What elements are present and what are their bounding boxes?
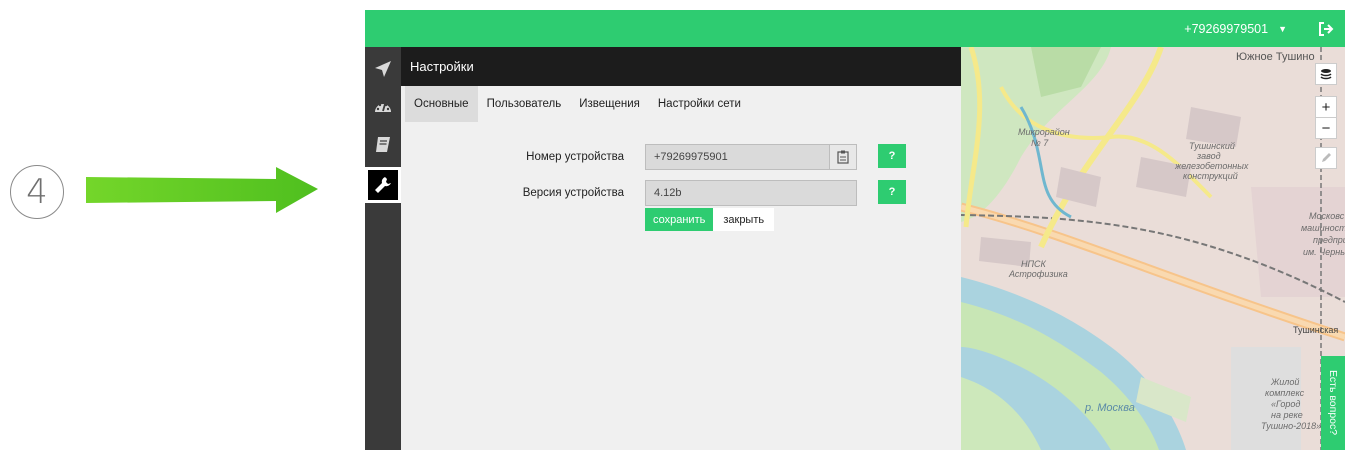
clipboard-icon [837, 150, 849, 164]
tab-network-settings[interactable]: Настройки сети [649, 86, 750, 122]
panel-title: Настройки [401, 47, 961, 86]
sidebar-item-dashboard[interactable] [365, 89, 401, 125]
map-label: Жилой [1271, 377, 1300, 387]
zoom-out-button[interactable]: − [1315, 117, 1337, 139]
caret-down-icon: ▼ [1278, 23, 1287, 34]
user-phone-menu[interactable]: +79269979501 ▼ [1184, 10, 1287, 47]
device-number-field[interactable] [645, 144, 857, 170]
pencil-icon [1322, 153, 1331, 162]
device-number-help-button[interactable]: ? [878, 144, 906, 168]
map-label: «Город [1271, 399, 1301, 409]
map-label: НПСК [1021, 259, 1046, 269]
settings-tabs: Основные Пользователь Извещения Настройк… [401, 86, 961, 122]
sidebar-item-settings[interactable] [365, 167, 401, 203]
map-label: завод [1197, 151, 1221, 161]
device-number-row: Номер устройства ? [401, 144, 961, 170]
map-label: на реке [1271, 410, 1303, 420]
pointer-arrow-icon [86, 167, 318, 213]
device-number-label: Номер устройства [526, 151, 624, 163]
form-actions: сохранить закрыть [645, 208, 775, 231]
feedback-button[interactable]: Есть вопрос? [1321, 356, 1345, 450]
close-button[interactable]: закрыть [713, 208, 775, 231]
device-version-label: Версия устройства [522, 187, 624, 199]
map-label: № 7 [1031, 138, 1049, 148]
zoom-in-button[interactable]: + [1315, 96, 1337, 118]
sidebar-item-journal[interactable] [365, 127, 401, 163]
save-button[interactable]: сохранить [645, 208, 714, 231]
map-label: р. Москва [1085, 402, 1135, 414]
book-icon [376, 137, 390, 152]
draw-button[interactable] [1315, 147, 1337, 169]
tab-notifications[interactable]: Извещения [570, 86, 649, 122]
map-label: Южное Тушино [1236, 51, 1315, 63]
location-arrow-icon [375, 61, 391, 77]
sign-out-icon[interactable] [1317, 20, 1335, 38]
copy-button[interactable] [829, 144, 857, 170]
layers-button[interactable] [1315, 63, 1337, 85]
map-view[interactable]: Южное Тушино Микрорайон № 7 Тушинский за… [961, 47, 1345, 450]
tab-user[interactable]: Пользователь [478, 86, 571, 122]
dashboard-icon [375, 103, 391, 112]
map-label: машиностро [1301, 223, 1345, 233]
map-label: железобетонных [1175, 161, 1249, 171]
map-label: предпри [1313, 235, 1345, 245]
map-label: Микрорайон [1018, 127, 1070, 137]
sidebar [365, 47, 401, 450]
map-label: конструкций [1183, 171, 1238, 181]
user-phone: +79269979501 [1184, 21, 1269, 36]
map-label: Тушинский [1189, 141, 1235, 151]
settings-panel: Настройки Основные Пользователь Извещени… [401, 47, 961, 450]
map-label: комплекс [1265, 388, 1305, 398]
device-version-help-button[interactable]: ? [878, 180, 906, 204]
map-label: Астрофизика [1009, 269, 1068, 279]
layers-icon [1320, 69, 1332, 80]
step-number-badge: 4 [10, 165, 64, 219]
map-label: Московс [1309, 211, 1345, 221]
tab-general[interactable]: Основные [405, 86, 478, 122]
top-bar: +79269979501 ▼ [365, 10, 1345, 47]
map-label: Тушино-2018» [1261, 421, 1322, 431]
app-window: +79269979501 ▼ Настройки Основные Пользо… [365, 10, 1345, 450]
device-version-row: Версия устройства ? [401, 180, 961, 206]
wrench-icon [375, 177, 391, 193]
map-label: им. Черны [1303, 247, 1345, 257]
sidebar-item-tracking[interactable] [365, 51, 401, 87]
device-version-field[interactable] [645, 180, 857, 206]
map-label: Тушинская [1293, 325, 1339, 335]
